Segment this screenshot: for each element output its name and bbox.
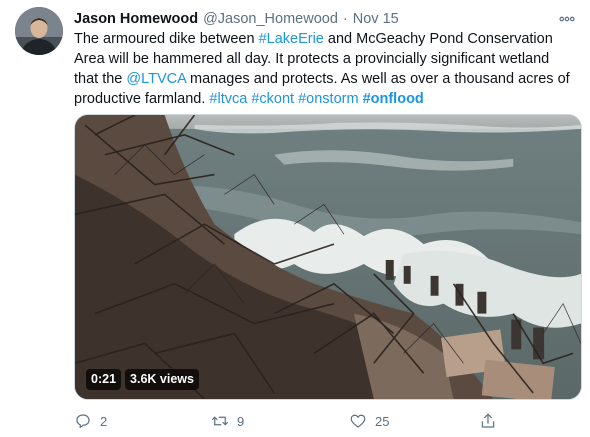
- reply-count: 2: [100, 413, 108, 429]
- tweet-text-segment: productive farmland.: [74, 91, 210, 107]
- more-icon: [559, 16, 575, 22]
- retweet-button[interactable]: 9: [211, 410, 244, 432]
- tweet-actions: 2 9 25: [74, 410, 514, 432]
- retweet-icon: [211, 416, 229, 426]
- reply-button[interactable]: 2: [74, 410, 107, 432]
- video-overlay: 0:21 3.6K views: [86, 369, 199, 390]
- tweet-text: The armoured dike between #LakeErie and …: [74, 29, 582, 109]
- tweet-text-line: Area will be hammered all day. It protec…: [74, 49, 582, 69]
- author-handle[interactable]: @Jason_Homewood: [203, 11, 338, 27]
- more-button[interactable]: [556, 9, 578, 29]
- like-icon: [350, 414, 366, 428]
- tweet-header: Jason Homewood @Jason_Homewood · Nov 15: [74, 9, 578, 29]
- tweet-text-line: productive farmland. #ltvca #ckont #onst…: [74, 89, 582, 109]
- video-player[interactable]: 0:21 3.6K views: [74, 114, 582, 400]
- reply-icon: [76, 414, 90, 428]
- tweet-text-segment: The armoured dike between: [74, 31, 259, 47]
- author-name[interactable]: Jason Homewood: [74, 11, 198, 27]
- like-count: 25: [375, 413, 390, 429]
- hashtag-link[interactable]: #ckont: [251, 91, 294, 107]
- tweet-text-segment: and McGeachy Pond Conservation: [323, 31, 553, 47]
- tweet-text-segment: Area will be hammered all day. It protec…: [74, 51, 550, 67]
- header-separator: ·: [342, 11, 348, 27]
- tweet-text-line: The armoured dike between #LakeErie and …: [74, 29, 582, 49]
- video-thumbnail: [75, 115, 581, 399]
- tweet-date[interactable]: Nov 15: [353, 11, 399, 27]
- share-icon: [481, 413, 495, 428]
- hashtag-link[interactable]: #onstorm: [298, 91, 358, 107]
- tweet-text-segment: that the: [74, 71, 127, 87]
- hashtag-link[interactable]: #onflood: [363, 91, 424, 107]
- avatar-image: [15, 7, 63, 55]
- hashtag-link[interactable]: #ltvca: [209, 91, 247, 107]
- like-button[interactable]: 25: [349, 410, 389, 432]
- tweet-text-segment: manages and protects. As well as over a …: [186, 71, 570, 87]
- video-views: 3.6K views: [125, 369, 199, 390]
- avatar[interactable]: [15, 7, 63, 55]
- tweet-text-line: that the @LTVCA manages and protects. As…: [74, 69, 582, 89]
- video-duration: 0:21: [86, 369, 122, 390]
- share-button[interactable]: [479, 410, 497, 432]
- mention-link[interactable]: @LTVCA: [126, 71, 186, 87]
- retweet-count: 9: [237, 413, 245, 429]
- hashtag-link[interactable]: #LakeErie: [259, 31, 324, 47]
